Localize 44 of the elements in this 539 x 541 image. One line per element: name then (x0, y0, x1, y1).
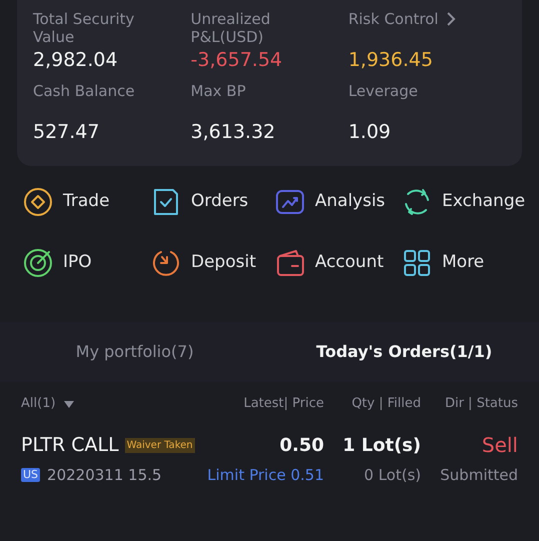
refresh-icon (402, 186, 432, 216)
filled-quantity: 0 Lot(s) (363, 464, 421, 486)
metric-value: 1.09 (348, 120, 392, 144)
metric-label: Leverage (348, 82, 418, 100)
shortcut-button[interactable]: Analysis (275, 186, 402, 217)
metric-value: -3,657.54 (190, 48, 284, 72)
shortcut-button[interactable]: Exchange (402, 186, 522, 217)
metric-value: 1,936.45 (348, 48, 434, 72)
target-icon (23, 248, 53, 278)
filter-dropdown[interactable]: All(1) (21, 394, 201, 414)
waiver-badge: Waiver Taken (124, 438, 195, 452)
metric-label: Total Security Value (33, 10, 136, 46)
tab[interactable]: My portfolio(7) (0, 340, 270, 364)
order-name: PLTR CALL (21, 432, 119, 458)
grid-icon (402, 248, 432, 278)
shortcut-button[interactable]: IPO (23, 247, 151, 278)
shortcut-button[interactable]: More (402, 247, 522, 278)
wallet-icon (275, 248, 305, 278)
metric-value: 527.47 (33, 120, 100, 144)
latest-price: 0.50 (278, 434, 324, 458)
metric-label: Max BP (190, 82, 246, 100)
order-direction: Sell (480, 432, 518, 459)
order-status: Submitted (439, 464, 518, 486)
checklist-icon (151, 186, 181, 216)
tab[interactable]: Today's Orders(1/1) (270, 340, 539, 364)
order-quantity: 1 Lot(s) (342, 434, 421, 458)
column-header: Latest| Price (242, 395, 324, 414)
shortcut-button[interactable]: Account (275, 247, 402, 278)
shortcut-button[interactable]: Trade (23, 186, 151, 217)
diamond-circle-icon (23, 186, 53, 216)
metric-value: 2,982.04 (33, 48, 119, 72)
shortcut-button[interactable]: Orders (151, 186, 275, 217)
metric-label: Risk Control (348, 10, 438, 28)
metric-label: Cash Balance (33, 82, 135, 100)
market-badge: US (21, 468, 40, 482)
caret-down-icon (64, 400, 74, 408)
column-header: Qty | Filled (350, 395, 421, 414)
shortcut-button[interactable]: Deposit (151, 247, 275, 278)
metric-value: 3,613.32 (190, 120, 276, 144)
chevron-right-icon[interactable] (446, 11, 456, 27)
contract-detail: 20220311 15.5 (47, 464, 162, 486)
column-header: Dir | Status (444, 395, 518, 414)
limit-price: Limit Price 0.51 (206, 464, 324, 486)
metric-label: Unrealized P&L(USD) (190, 10, 272, 46)
